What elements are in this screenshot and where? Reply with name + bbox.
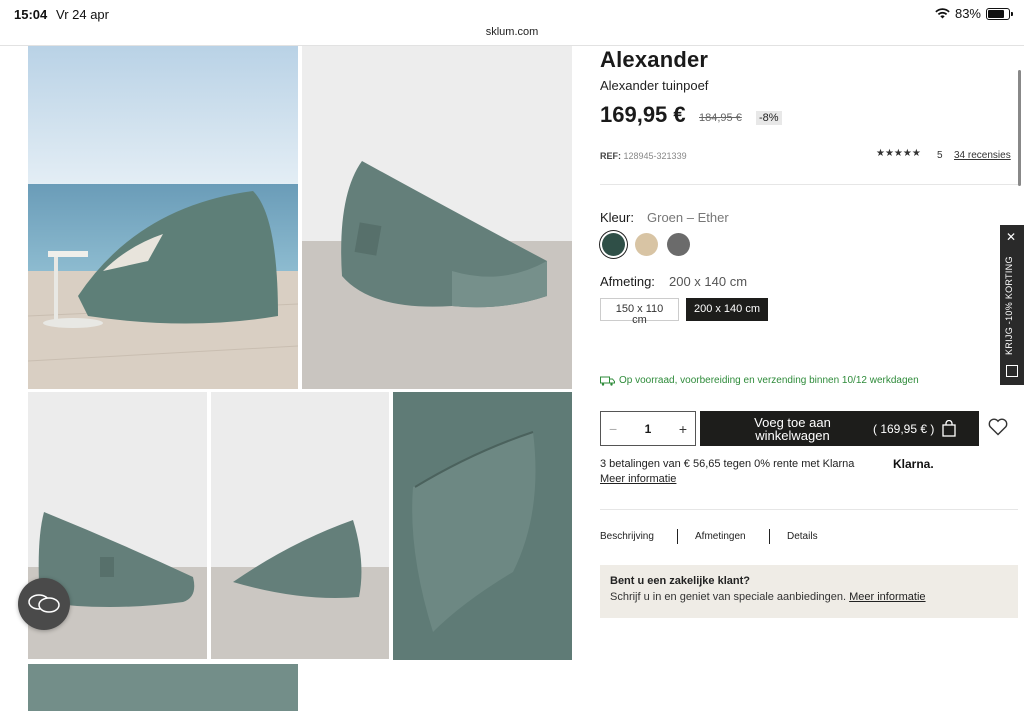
divider [600,509,1018,510]
size-value: 200 x 140 cm [669,274,748,289]
product-title: Alexander [600,47,709,72]
color-label: Kleur: [600,210,634,225]
quantity-value[interactable]: 1 [645,422,652,436]
business-text: Schrijf u in en geniet van speciale aanb… [610,591,847,603]
ref-label: REF: [600,151,621,161]
tab-afmetingen[interactable]: Afmetingen [695,531,746,542]
rating-value: 5 [937,150,943,161]
rating-stars-icon: ★★★★★ [876,148,921,159]
tab-separator [677,529,678,544]
product-image-back[interactable] [211,392,389,659]
business-text-line: Schrijf u in en geniet van speciale aanb… [610,591,1008,603]
color-swatch-green[interactable] [602,233,625,256]
product-image-side[interactable] [302,46,572,389]
wifi-icon [935,8,950,19]
tag-icon [1006,365,1018,377]
product-image-terrace[interactable] [28,46,298,389]
wishlist-heart-icon[interactable] [988,418,1008,441]
chat-icon [28,594,60,613]
business-title: Bent u een zakelijke klant? [610,575,750,587]
business-customer-banner: Bent u een zakelijke klant? Schrijf u in… [600,565,1018,618]
add-to-cart-amount: ( 169,95 € ) [873,421,935,436]
color-value: Groen – Ether [647,210,729,225]
close-icon[interactable]: ✕ [1006,231,1016,243]
scrollbar[interactable] [1018,70,1021,186]
product-subtitle: Alexander tuinpoef [600,78,709,93]
add-to-cart-label: Voeg toe aan winkelwagen [754,414,831,443]
tab-separator [769,529,770,544]
battery-percent: 83% [954,6,981,21]
tab-details[interactable]: Details [787,531,818,542]
truck-icon [600,376,615,386]
add-to-cart-button[interactable]: Voeg toe aan winkelwagen ( 169,95 € ) [700,411,979,446]
discount-promo-tab[interactable]: ✕ KRIJG -10% KORTING [1000,225,1024,385]
status-right: 83% [935,6,1013,21]
shopping-bag-icon [942,420,957,437]
business-more-info-link[interactable]: Meer informatie [849,591,925,603]
product-price: 169,95 € [600,102,686,127]
size-option-150x110[interactable]: 150 x 110 cm [600,298,679,326]
color-swatch-grey[interactable] [667,233,690,256]
klarna-more-info-link[interactable]: Meer informatie [600,473,676,485]
battery-icon [986,7,1013,20]
tab-beschrijving[interactable]: Beschrijving [600,531,654,542]
divider [600,184,1018,185]
stock-text: Op voorraad, voorbereiding en verzending… [619,375,919,386]
product-image-pocket[interactable] [393,392,572,660]
status-date: Vr 24 apr [56,7,109,22]
status-bar: 15:04 Vr 24 apr 83% [0,0,1024,26]
promo-text: KRIJG -10% KORTING [1004,256,1014,355]
klarna-logo: Klarna. [893,457,934,471]
quantity-increase-button[interactable]: + [679,421,687,437]
ref-value: 128945-321339 [623,151,687,161]
status-time: 15:04 [14,7,48,22]
color-swatch-beige[interactable] [635,233,658,256]
size-label: Afmeting: [600,274,655,289]
discount-badge: -8% [756,111,782,125]
quantity-stepper[interactable]: − 1 + [600,411,696,446]
product-old-price: 184,95 € [699,112,742,124]
chat-button[interactable] [18,578,70,630]
product-image-fabric[interactable] [28,664,298,711]
klarna-text: 3 betalingen van € 56,65 tegen 0% rente … [600,458,855,470]
reviews-link[interactable]: 34 recensies [954,150,1011,161]
quantity-decrease-button[interactable]: − [609,421,617,437]
stock-status: Op voorraad, voorbereiding en verzending… [600,375,919,386]
url-bar[interactable]: sklum.com [0,26,1024,38]
size-option-200x140[interactable]: 200 x 140 cm [686,298,768,321]
product-ref: REF: 128945-321339 [600,151,687,161]
